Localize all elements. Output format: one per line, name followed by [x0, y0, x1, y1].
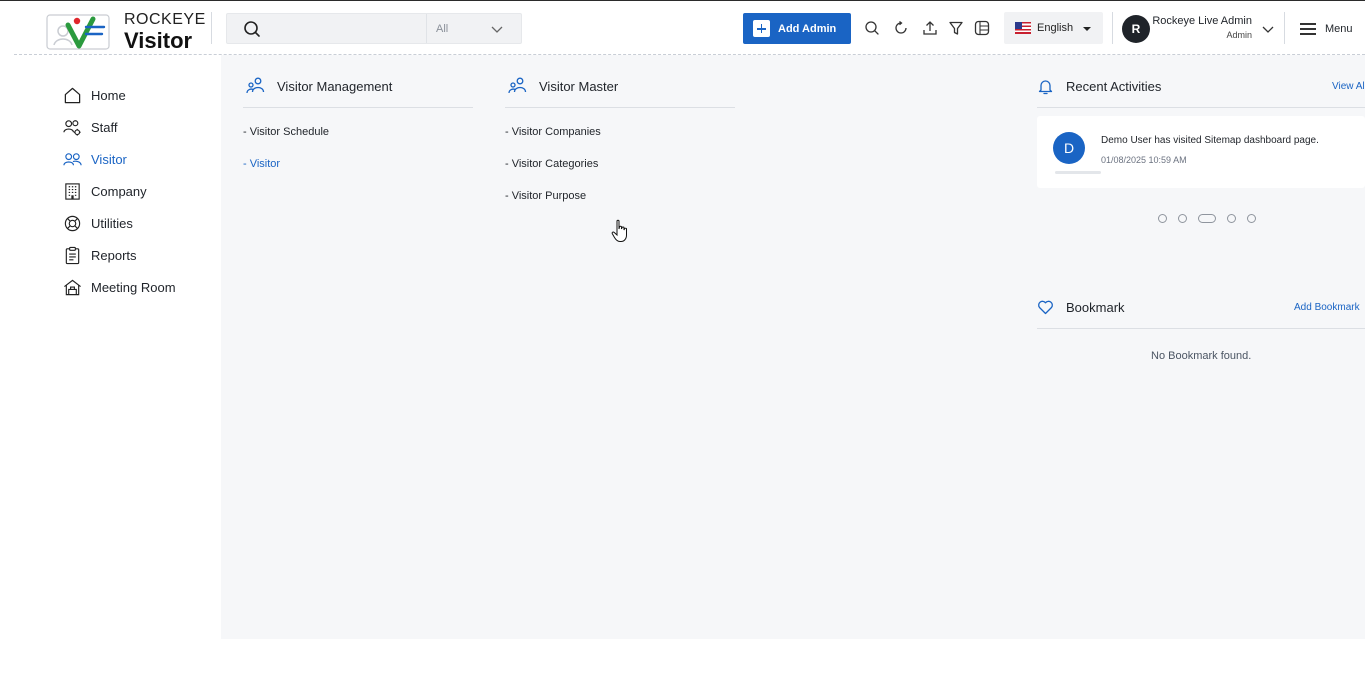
caret-down-icon	[1083, 27, 1091, 31]
sidebar-item-label: Company	[91, 183, 147, 199]
add-admin-button[interactable]: Add Admin	[743, 13, 851, 44]
filter-icon[interactable]	[948, 20, 964, 36]
header-divider	[1284, 12, 1285, 44]
search-input[interactable]	[267, 18, 417, 40]
activity-timestamp: 01/08/2025 10:59 AM	[1101, 155, 1187, 165]
column-divider	[505, 107, 735, 108]
hand-cursor-icon	[611, 219, 627, 242]
rockeye-logo-icon	[46, 14, 110, 50]
sidebar-item-company[interactable]: Company	[63, 180, 147, 202]
menu-label: Menu	[1325, 23, 1353, 35]
visitor-icon	[63, 152, 82, 165]
layout-icon[interactable]	[974, 20, 990, 36]
chevron-down-icon	[491, 26, 503, 33]
chevron-down-icon	[1262, 26, 1274, 33]
language-select[interactable]: English	[1004, 12, 1103, 44]
sidebar-item-visitor[interactable]: Visitor	[63, 148, 127, 170]
staff-icon	[63, 119, 81, 136]
carousel-dot[interactable]	[1178, 213, 1187, 223]
bell-icon	[1038, 80, 1053, 95]
activity-item: D Demo User has visited Sitemap dashboar…	[1037, 116, 1365, 188]
user-role: Admin	[1226, 30, 1252, 40]
bookmark-title: Bookmark	[1066, 300, 1125, 315]
header-divider	[1112, 12, 1113, 44]
user-name: Rockeye Live Admin	[1152, 15, 1252, 27]
company-icon	[65, 182, 80, 200]
visitor-management-title: Visitor Management	[277, 78, 393, 94]
visitor-group-icon	[508, 77, 527, 94]
sidebar-item-utilities[interactable]: Utilities	[63, 212, 133, 234]
link-visitor-categories[interactable]: - Visitor Categories	[505, 158, 598, 170]
search-icon[interactable]	[864, 20, 880, 36]
view-all-clip: View All	[1331, 80, 1365, 96]
link-visitor-companies[interactable]: - Visitor Companies	[505, 126, 601, 138]
global-search: All	[226, 13, 522, 44]
search-scope-value: All	[436, 22, 449, 35]
visitor-group-icon	[246, 77, 265, 94]
link-visitor-purpose[interactable]: - Visitor Purpose	[505, 190, 586, 202]
logo-brand-text: ROCKEYE	[124, 11, 206, 28]
sidebar-item-label: Reports	[91, 247, 137, 263]
add-admin-label: Add Admin	[778, 22, 837, 35]
reports-icon	[65, 246, 80, 264]
app-logo[interactable]: ROCKEYE Visitor	[46, 12, 212, 52]
sidebar-item-meeting-room[interactable]: Meeting Room	[63, 276, 176, 298]
column-divider	[243, 107, 473, 108]
user-avatar: R	[1122, 15, 1150, 43]
heart-icon	[1038, 300, 1053, 315]
carousel-dot[interactable]	[1227, 213, 1236, 223]
sitemap-content: Visitor Management - Visitor Schedule - …	[221, 55, 1365, 639]
hamburger-icon	[1300, 23, 1316, 35]
plus-icon	[753, 20, 770, 37]
activity-avatar: D	[1053, 132, 1085, 164]
top-header: ROCKEYE Visitor All Add Admin English R …	[0, 1, 1365, 54]
menu-button[interactable]: Menu	[1300, 18, 1365, 40]
visitor-master-title: Visitor Master	[539, 78, 619, 94]
home-icon	[64, 87, 81, 103]
activity-placeholder-line	[1055, 171, 1101, 174]
bookmark-empty-message: No Bookmark found.	[1151, 350, 1252, 362]
upload-icon[interactable]	[922, 20, 938, 36]
visitor-master-heading: Visitor Master	[508, 77, 618, 95]
sidebar-item-label: Utilities	[91, 215, 133, 231]
view-all-link[interactable]: View All	[1332, 81, 1365, 92]
sidebar-item-home[interactable]: Home	[63, 84, 126, 106]
sidebar-item-label: Meeting Room	[91, 279, 176, 295]
sidebar-item-label: Visitor	[91, 151, 127, 167]
carousel-dot[interactable]	[1158, 213, 1167, 223]
sidebar-item-reports[interactable]: Reports	[63, 244, 137, 266]
recent-activities-title: Recent Activities	[1066, 79, 1162, 94]
bookmark-heading: Bookmark	[1037, 299, 1125, 316]
logo-divider	[211, 12, 212, 44]
link-visitor-schedule[interactable]: - Visitor Schedule	[243, 126, 329, 138]
link-visitor[interactable]: - Visitor	[243, 158, 280, 170]
sidebar-item-staff[interactable]: Staff	[63, 116, 118, 138]
search-icon[interactable]	[243, 20, 261, 38]
panel-divider	[1037, 107, 1365, 108]
sidebar-item-label: Staff	[91, 119, 118, 135]
search-scope-select[interactable]: All	[426, 14, 522, 43]
visitor-management-heading: Visitor Management	[246, 77, 392, 95]
add-bookmark-link[interactable]: Add Bookmark	[1294, 302, 1360, 313]
recent-activities-heading: Recent Activities	[1037, 78, 1161, 95]
carousel-dot-active[interactable]	[1198, 213, 1216, 223]
panel-divider	[1037, 328, 1365, 329]
user-profile-menu[interactable]: R Rockeye Live Admin Admin	[1121, 13, 1281, 45]
sidebar: Home Staff Visitor Company Utilities Rep…	[0, 55, 221, 639]
utilities-icon	[64, 215, 81, 231]
refresh-icon[interactable]	[893, 20, 909, 36]
us-flag-icon	[1015, 22, 1031, 34]
logo-product-text: Visitor	[124, 28, 193, 53]
sidebar-item-label: Home	[91, 87, 126, 103]
carousel-dot[interactable]	[1247, 213, 1256, 223]
language-label: English	[1037, 22, 1074, 34]
carousel-pagination	[1158, 213, 1256, 223]
activity-text: Demo User has visited Sitemap dashboard …	[1101, 135, 1319, 146]
meeting-room-icon	[64, 279, 81, 295]
